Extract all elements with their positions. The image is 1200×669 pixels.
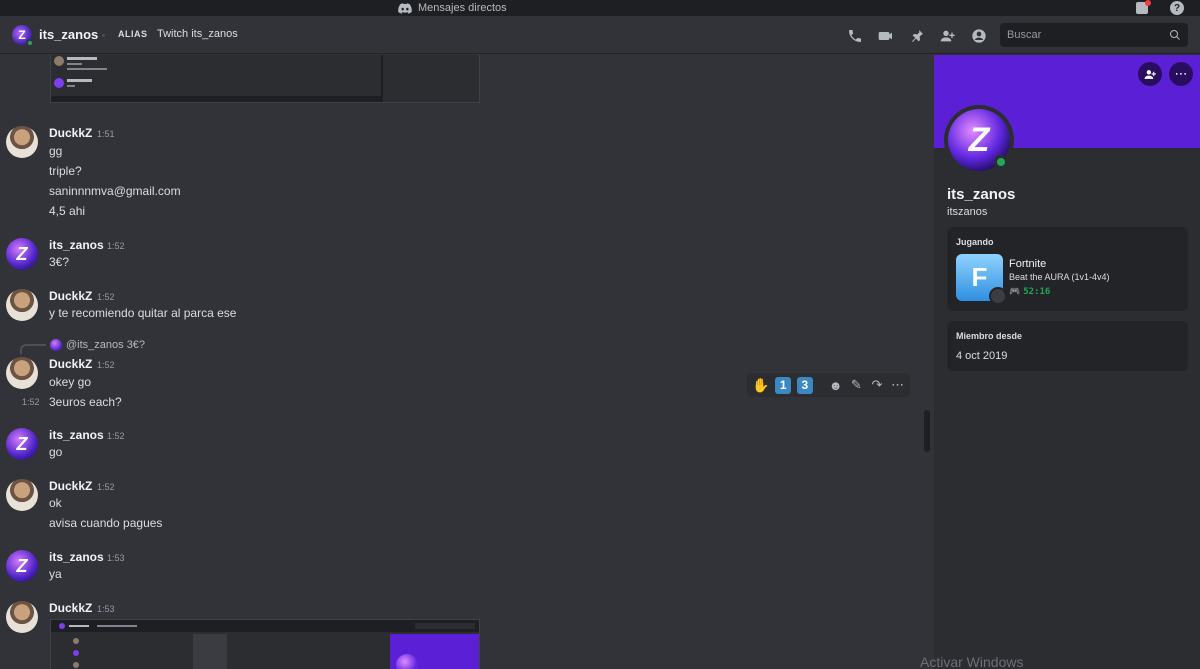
message-author[interactable]: DuckkZ — [49, 289, 92, 303]
user-avatar[interactable]: Z — [6, 550, 38, 582]
message-author[interactable]: its_zanos — [49, 550, 104, 564]
online-status-icon — [994, 155, 1008, 169]
online-status-icon — [26, 39, 34, 47]
message-timestamp: 1:53 — [97, 604, 115, 614]
reply-text: @its_zanos 3€? — [66, 339, 146, 351]
chat-scrollbar[interactable] — [924, 410, 930, 452]
user-avatar[interactable] — [6, 357, 38, 389]
inbox-icon[interactable] — [1136, 0, 1151, 14]
message-timestamp: 1:51 — [97, 129, 115, 139]
activity-card: Jugando F Fortnite Beat the AURA (1v1-4v… — [947, 227, 1188, 311]
game-time-value: 52:16 — [1023, 287, 1051, 297]
keycap-three-reaction[interactable]: 3 — [797, 376, 813, 394]
more-icon: ⋯ — [1174, 66, 1188, 81]
user-profile-icon[interactable] — [969, 26, 988, 45]
fortnite-icon[interactable]: F — [956, 254, 1007, 305]
reply-reference[interactable]: @its_zanos 3€? — [50, 339, 145, 351]
user-profile-panel: ⋯ Z its_zanos itszanos Jugando F Fortnit… — [934, 55, 1200, 669]
profile-username: itszanos — [947, 206, 988, 218]
message-text: 4,5 ahi — [49, 204, 86, 218]
member-since-title: Miembro desde — [956, 331, 1023, 341]
channel-header: Z its_zanos ALIAS Twitch its_zanos — [0, 16, 1200, 54]
message-timestamp: 1:52 — [97, 292, 115, 302]
user-avatar[interactable] — [6, 126, 38, 158]
member-since-card: Miembro desde 4 oct 2019 — [947, 321, 1188, 371]
message-timestamp: 1:52 — [107, 241, 125, 251]
message-timestamp: 1:52 — [97, 482, 115, 492]
alias-value: Twitch its_zanos — [157, 28, 238, 40]
message-author[interactable]: its_zanos — [49, 428, 104, 442]
raised-hand-reaction[interactable]: ✋ — [752, 377, 769, 394]
more-icon[interactable]: ⋯ — [890, 377, 905, 393]
user-avatar[interactable] — [6, 289, 38, 321]
message-timestamp: 1:53 — [107, 553, 125, 563]
search-icon — [1170, 30, 1180, 40]
user-avatar[interactable]: Z — [6, 238, 38, 270]
game-name: Fortnite — [1009, 258, 1047, 270]
keycap-one-reaction[interactable]: 1 — [775, 376, 792, 394]
message-text: avisa cuando pagues — [49, 516, 163, 530]
user-avatar[interactable] — [6, 601, 38, 633]
message-text: ok — [49, 496, 62, 510]
profile-avatar[interactable]: Z — [944, 105, 1014, 175]
message-text: ya — [49, 567, 62, 581]
member-since-date: 4 oct 2019 — [956, 350, 1008, 362]
user-avatar[interactable] — [6, 479, 38, 511]
reply-avatar-icon — [50, 339, 62, 351]
voice-call-icon[interactable] — [845, 26, 864, 45]
more-options-button[interactable]: ⋯ — [1169, 62, 1193, 86]
message-timestamp: 1:52 — [97, 360, 115, 370]
help-icon[interactable]: ? — [1170, 1, 1184, 15]
alias-label: ALIAS — [118, 29, 148, 39]
message-text: okey go — [49, 375, 92, 389]
search-box[interactable] — [1000, 23, 1188, 47]
game-elapsed-time: 🎮 52:16 — [1009, 287, 1050, 297]
add-friend-icon — [1144, 69, 1156, 79]
message-author[interactable]: DuckkZ — [49, 479, 92, 493]
video-call-icon[interactable] — [876, 26, 895, 45]
chat-area[interactable]: DuckkZ 1:51 gg triple? saninnnmva@gmail.… — [0, 55, 934, 669]
message-text: 3euros each? — [49, 395, 122, 409]
header-username[interactable]: its_zanos — [39, 27, 98, 42]
pin-icon[interactable] — [907, 26, 926, 45]
add-friend-button[interactable] — [1138, 62, 1162, 86]
forward-icon[interactable]: ↷ — [870, 377, 885, 393]
game-description: Beat the AURA (1v1-4v4) — [1009, 272, 1110, 282]
reply-connector — [20, 344, 46, 354]
edit-icon[interactable]: ✎ — [849, 377, 864, 393]
message-actions-toolbar: ✋ 1 3 ☻ ✎ ↷ ⋯ — [747, 373, 910, 397]
window-title-text: Mensajes directos — [418, 2, 507, 14]
message-author[interactable]: DuckkZ — [49, 601, 92, 615]
discord-icon — [398, 2, 412, 14]
message-text: gg — [49, 144, 63, 158]
header-avatar[interactable]: Z — [12, 25, 34, 47]
activity-title: Jugando — [956, 237, 994, 247]
message-text: saninnnmva@gmail.com — [49, 184, 181, 198]
add-friend-icon[interactable] — [938, 26, 957, 45]
message-author[interactable]: DuckkZ — [49, 357, 92, 371]
gamepad-icon: 🎮 — [1009, 287, 1021, 297]
title-bar: Mensajes directos ? — [0, 0, 1200, 16]
message-text: y te recomiendo quitar al parca ese — [49, 306, 237, 320]
message-author[interactable]: its_zanos — [49, 238, 104, 252]
message-author[interactable]: DuckkZ — [49, 126, 92, 140]
message-text: 3€? — [49, 255, 70, 269]
message-timestamp: 1:52 — [107, 431, 125, 441]
message-text: go — [49, 445, 63, 459]
platform-icon — [989, 287, 1007, 305]
header-separator — [102, 34, 105, 37]
image-attachment[interactable] — [50, 619, 480, 669]
window-title: Mensajes directos — [398, 0, 507, 16]
windows-activation-watermark: Activar Windows — [920, 654, 1024, 669]
search-input[interactable] — [1007, 29, 1169, 41]
image-attachment[interactable] — [50, 55, 480, 103]
add-reaction-icon[interactable]: ☻ — [828, 377, 843, 393]
hover-timestamp: 1:52 — [22, 397, 40, 407]
message-text: triple? — [49, 164, 82, 178]
user-avatar[interactable]: Z — [6, 428, 38, 460]
profile-display-name: its_zanos — [947, 186, 1016, 203]
